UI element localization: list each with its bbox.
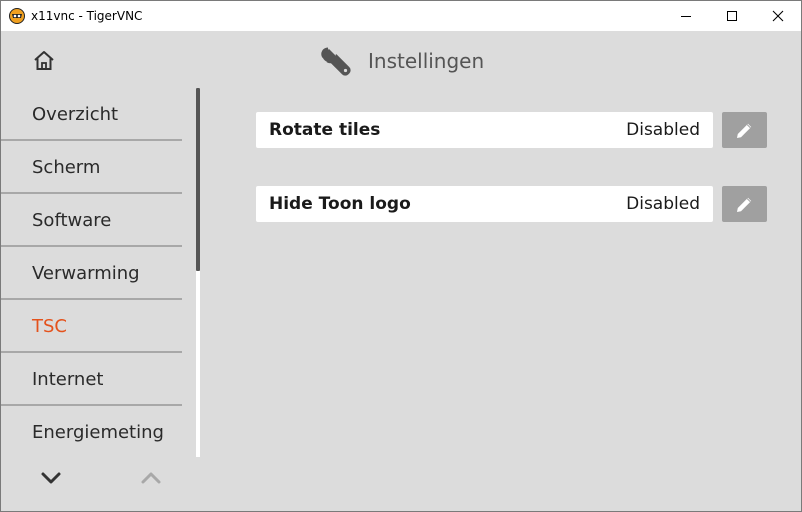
maximize-button[interactable] [709,1,755,31]
vnc-window: x11vnc - TigerVNC Instellingen Overzicht… [0,0,802,512]
setting-value: Disabled [626,120,700,140]
sidebar-item-verwarming[interactable]: Verwarming [1,247,182,300]
sidebar-item-software[interactable]: Software [1,194,182,247]
close-button[interactable] [755,1,801,31]
tigervnc-icon [9,8,25,24]
sidebar-item-label: Overzicht [32,104,119,125]
pencil-icon [737,123,752,138]
maximize-icon [727,11,737,21]
home-icon[interactable] [32,49,56,73]
setting-name: Hide Toon logo [269,194,411,214]
sidebar-item-tsc[interactable]: TSC [1,300,182,353]
sidebar-item-label: Internet [32,369,104,390]
sidebar-item-label: TSC [32,316,67,337]
sidebar-item-overzicht[interactable]: Overzicht [1,88,182,141]
setting-name: Rotate tiles [269,120,381,140]
sidebar-item-label: Verwarming [32,263,140,284]
chevron-down-icon[interactable] [37,467,65,489]
app-content: Instellingen Overzicht Scherm Software V… [1,31,801,511]
close-icon [772,10,784,22]
edit-hide-toon-logo-button[interactable] [722,186,767,222]
wrench-icon [321,47,351,76]
window-title: x11vnc - TigerVNC [31,9,143,23]
minimize-button[interactable] [663,1,709,31]
pencil-icon [737,197,752,212]
sidebar-menu: Overzicht Scherm Software Verwarming TSC… [1,88,182,457]
sidebar-item-scherm[interactable]: Scherm [1,141,182,194]
page-title: Instellingen [368,49,485,73]
sidebar-item-label: Software [32,210,112,231]
sidebar-item-label: Scherm [32,157,101,178]
title-bar[interactable]: x11vnc - TigerVNC [1,1,801,31]
sidebar-item-label: Energiemeting [32,422,164,443]
setting-value: Disabled [626,194,700,214]
sidebar-item-energiemeting[interactable]: Energiemeting [1,406,182,459]
setting-row-hide-toon-logo: Hide Toon logo Disabled [256,186,713,222]
minimize-icon [681,16,691,17]
sidebar-item-internet[interactable]: Internet [1,353,182,406]
sidebar-scrollbar-thumb[interactable] [196,88,200,271]
edit-rotate-tiles-button[interactable] [722,112,767,148]
setting-row-rotate-tiles: Rotate tiles Disabled [256,112,713,148]
chevron-up-icon[interactable] [137,467,165,489]
